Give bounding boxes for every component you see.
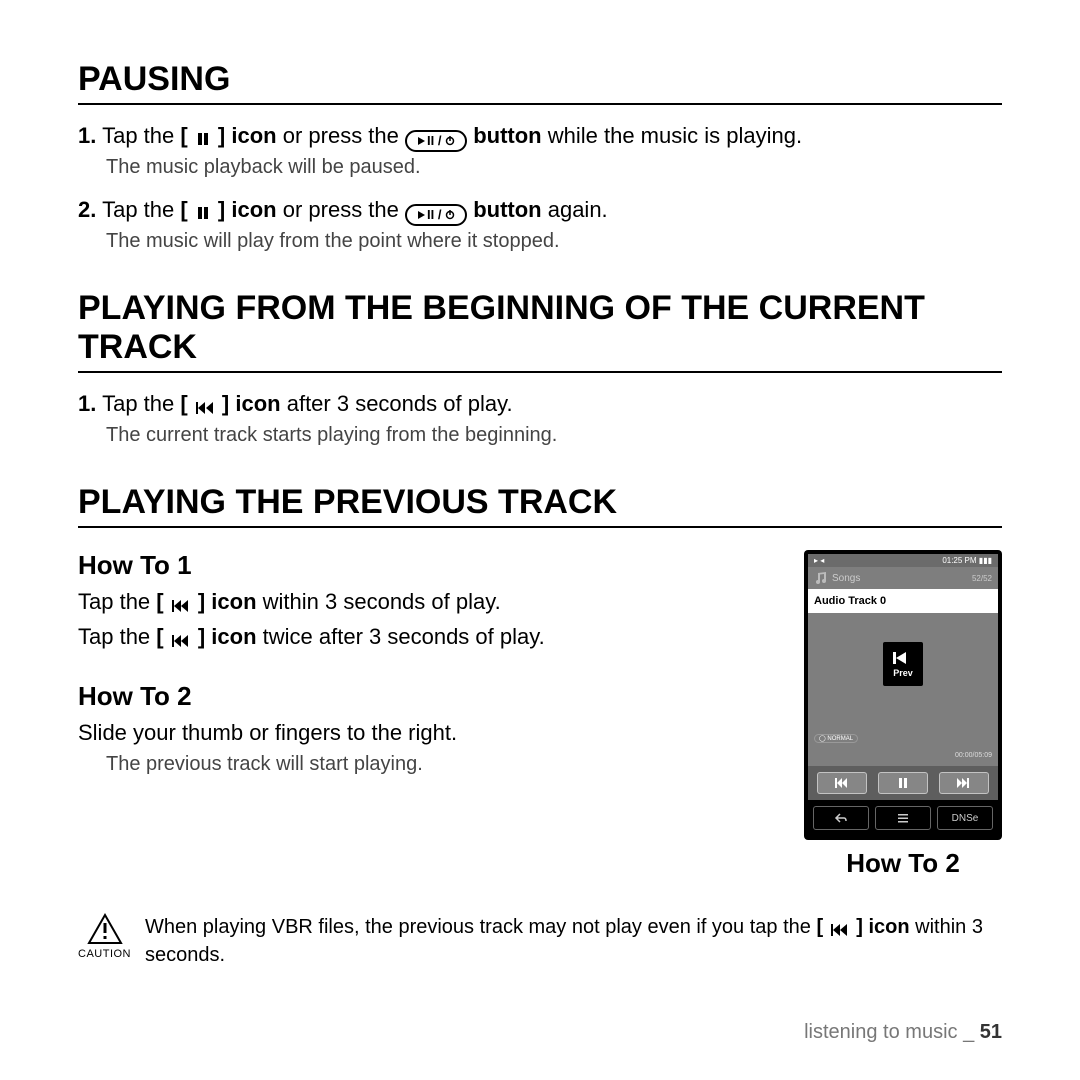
text: button xyxy=(473,123,541,148)
signal-icon: ▸ ◂ xyxy=(814,556,824,565)
back-icon xyxy=(834,812,848,824)
skip-previous-icon xyxy=(835,778,849,788)
skip-previous-icon xyxy=(893,650,913,666)
skip-previous-icon xyxy=(172,600,190,612)
play-power-button-icon: II / xyxy=(405,204,467,226)
text: while the music is playing. xyxy=(548,123,802,148)
page-number: 51 xyxy=(980,1021,1002,1043)
pausing-step-1: 1. Tap the [ ] icon or press the II / bu… xyxy=(78,119,1002,152)
howto2-caption: How To 2 xyxy=(804,848,1002,879)
caution-block: CAUTION When playing VBR files, the prev… xyxy=(78,913,1002,969)
skip-next-icon xyxy=(957,778,971,788)
device-pause-button[interactable] xyxy=(878,772,928,794)
pause-icon xyxy=(898,778,908,788)
pausing-step-2: 2. Tap the [ ] icon or press the II / bu… xyxy=(78,193,1002,226)
text: button xyxy=(473,197,541,222)
beginning-step-1: 1. Tap the [ ] icon after 3 seconds of p… xyxy=(78,387,1002,420)
device-menu-button[interactable] xyxy=(875,806,931,830)
text: again. xyxy=(548,197,608,222)
page-footer: listening to music _ 51 xyxy=(804,1021,1002,1044)
skip-previous-icon xyxy=(196,402,214,414)
step-number: 1. xyxy=(78,391,96,416)
heading-beginning: PLAYING FROM THE BEGINNING OF THE CURREN… xyxy=(78,289,1002,373)
text: Tap the xyxy=(78,624,156,649)
device-screen: ▸ ◂ 01:25 PM ▮▮▮ Songs 52/52 Audio Track… xyxy=(808,554,998,800)
caution-icon xyxy=(87,913,123,945)
device-elapsed: 00:00/05:09 xyxy=(955,752,992,759)
device-prev-button[interactable] xyxy=(817,772,867,794)
text: or press the xyxy=(283,123,405,148)
previous-icon-label: [ ] icon xyxy=(156,589,256,614)
text: twice after 3 seconds of play. xyxy=(263,624,545,649)
beginning-step-1-sub: The current track starts playing from th… xyxy=(106,424,1002,447)
pause-icon-label: [ ] icon xyxy=(180,197,276,222)
text: after 3 seconds of play. xyxy=(287,391,513,416)
text: within 3 seconds of play. xyxy=(263,589,501,614)
device-header: Songs 52/52 xyxy=(808,567,998,589)
device-prev-indicator: Prev xyxy=(883,642,923,686)
prev-label: Prev xyxy=(893,668,913,678)
caution-text: When playing VBR files, the previous tra… xyxy=(145,913,1002,969)
device-track-title: Audio Track 0 xyxy=(808,589,998,613)
play-power-button-icon: II / xyxy=(405,130,467,152)
previous-icon-label: [ ] icon xyxy=(816,916,909,938)
device-time: 01:25 PM xyxy=(942,556,976,565)
text: Tap the xyxy=(102,391,180,416)
text: Tap the xyxy=(78,589,156,614)
device-sound-mode: ◯ NORMAL xyxy=(814,734,858,743)
text: or press the xyxy=(283,197,405,222)
music-note-icon xyxy=(814,571,828,585)
pause-icon xyxy=(196,206,210,220)
previous-icon-label: [ ] icon xyxy=(180,391,280,416)
step-number: 1. xyxy=(78,123,96,148)
howto-2-heading: How To 2 xyxy=(78,681,780,712)
pausing-step-1-sub: The music playback will be paused. xyxy=(106,156,1002,179)
step-number: 2. xyxy=(78,197,96,222)
text: Tap the xyxy=(102,197,180,222)
howto1-line1: Tap the [ ] icon within 3 seconds of pla… xyxy=(78,585,780,618)
device-dnse-button[interactable]: DNSe xyxy=(937,806,993,830)
howto2-line1: Slide your thumb or fingers to the right… xyxy=(78,716,780,749)
device-header-text: Songs xyxy=(832,573,860,584)
skip-previous-icon xyxy=(831,924,849,936)
device-screenshot: ▸ ◂ 01:25 PM ▮▮▮ Songs 52/52 Audio Track… xyxy=(804,550,1002,840)
previous-icon-label: [ ] icon xyxy=(156,624,256,649)
device-playback-controls xyxy=(808,766,998,800)
device-track-count: 52/52 xyxy=(972,574,992,583)
device-next-button[interactable] xyxy=(939,772,989,794)
pause-icon-label: [ ] icon xyxy=(180,123,276,148)
menu-icon xyxy=(897,812,909,824)
pause-icon xyxy=(196,132,210,146)
skip-previous-icon xyxy=(172,635,190,647)
howto1-line2: Tap the [ ] icon twice after 3 seconds o… xyxy=(78,620,780,653)
device-back-button[interactable] xyxy=(813,806,869,830)
text: Tap the xyxy=(102,123,180,148)
heading-previous: PLAYING THE PREVIOUS TRACK xyxy=(78,483,1002,528)
caution-label: CAUTION xyxy=(78,948,131,960)
pausing-step-2-sub: The music will play from the point where… xyxy=(106,230,1002,253)
howto-1-heading: How To 1 xyxy=(78,550,780,581)
device-bottom-bar: DNSe xyxy=(808,800,998,836)
heading-pausing: PAUSING xyxy=(78,60,1002,105)
howto2-sub: The previous track will start playing. xyxy=(106,753,780,776)
device-status-bar: ▸ ◂ 01:25 PM ▮▮▮ xyxy=(808,554,998,567)
footer-section: listening to music _ xyxy=(804,1021,980,1043)
